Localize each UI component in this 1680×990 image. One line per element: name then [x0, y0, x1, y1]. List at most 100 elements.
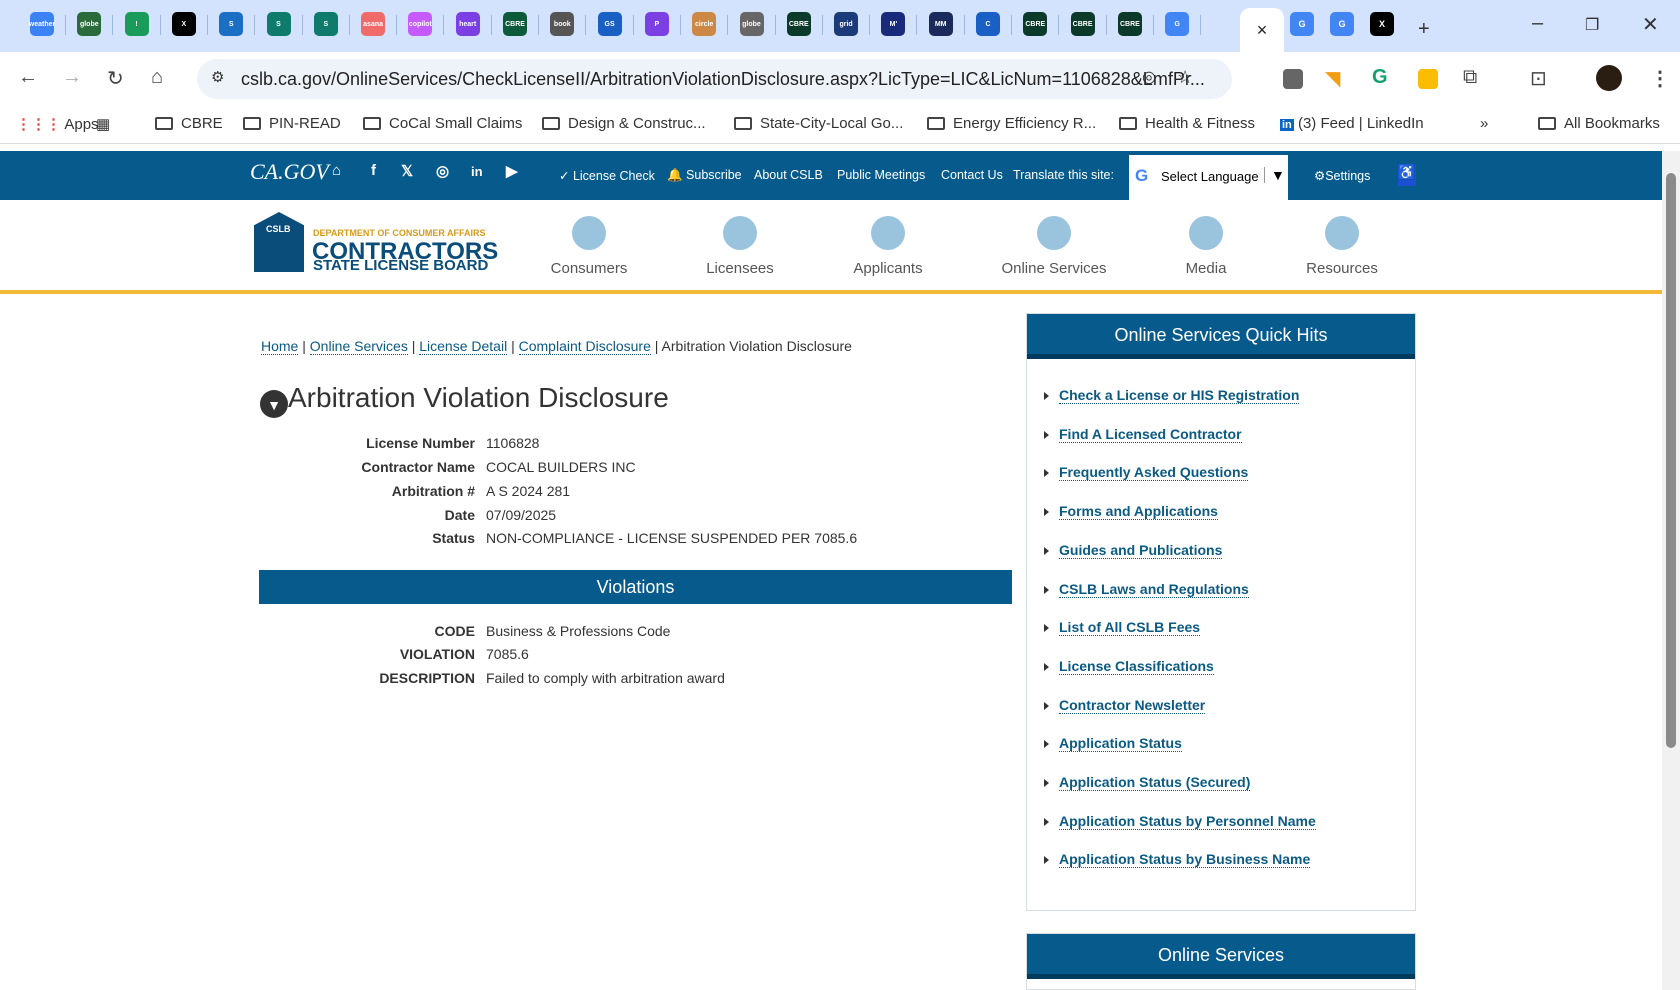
quick-hit-link[interactable]: Check a License or HIS Registration	[1059, 387, 1300, 404]
contact-us-link[interactable]: Contact Us	[941, 168, 1003, 182]
nav-resources[interactable]: Resources	[1277, 216, 1407, 277]
about-cslb-link[interactable]: About CSLB	[754, 168, 823, 182]
accessibility-icon[interactable]: ♿	[1398, 164, 1416, 186]
x-icon[interactable]: 𝕏	[401, 162, 413, 180]
nav-licensees[interactable]: Licensees	[675, 216, 805, 277]
browser-tab[interactable]: C	[976, 12, 1000, 36]
bookmark-folder[interactable]: State-City-Local Go...	[734, 115, 903, 132]
browser-tab[interactable]: copilot	[408, 12, 433, 36]
forward-icon[interactable]: →	[62, 66, 82, 89]
active-tab[interactable]: ×	[1240, 8, 1284, 52]
browser-tab[interactable]: grid	[834, 12, 859, 36]
quick-hit-link[interactable]: Application Status by Personnel Name	[1059, 813, 1316, 830]
quick-hit-link[interactable]: CSLB Laws and Regulations	[1059, 581, 1249, 598]
browser-tab[interactable]: CBRE	[786, 12, 811, 36]
browser-tab[interactable]: heart	[455, 12, 480, 36]
browser-tab[interactable]: S	[219, 12, 244, 36]
browser-tab[interactable]: weather	[29, 12, 55, 36]
browser-tab[interactable]: !	[124, 12, 149, 36]
keep-icon[interactable]	[1418, 69, 1438, 89]
profile-avatar[interactable]	[1596, 65, 1622, 91]
quick-hit-link[interactable]: Find A Licensed Contractor	[1059, 426, 1242, 443]
browser-tab[interactable]: X	[1370, 12, 1394, 36]
eye-off-icon[interactable]: ◎	[1142, 67, 1156, 87]
quick-hit-link[interactable]: Guides and Publications	[1059, 542, 1223, 559]
browser-tab[interactable]: CBRE	[1117, 12, 1142, 36]
browser-tab[interactable]: book	[550, 12, 575, 36]
browser-tab[interactable]: X	[171, 12, 196, 36]
close-tab-icon[interactable]: ×	[1257, 20, 1268, 41]
quick-hit-link[interactable]: Application Status	[1059, 735, 1182, 753]
bookmark-folder[interactable]: Health & Fitness	[1119, 115, 1255, 132]
browser-tab[interactable]: S	[313, 12, 338, 36]
grammarly-icon[interactable]: G	[1372, 66, 1388, 89]
bookmark-folder[interactable]: Design & Construc...	[542, 115, 706, 132]
license-check-link[interactable]: ✓ License Check	[559, 168, 655, 183]
bookmark-folder[interactable]: Energy Efficiency R...	[927, 115, 1096, 132]
browser-tab[interactable]: S	[266, 12, 291, 36]
home-icon[interactable]: ⌂	[151, 66, 163, 89]
url-text[interactable]: cslb.ca.gov/OnlineServices/CheckLicenseI…	[241, 69, 1205, 90]
quick-hit-link[interactable]: Application Status (Secured)	[1059, 774, 1251, 791]
extensions-puzzle-icon[interactable]: ⧉	[1463, 66, 1477, 89]
breadcrumb-complaint-disclosure[interactable]: Complaint Disclosure	[518, 338, 651, 355]
linkedin-icon[interactable]: in	[471, 164, 483, 179]
browser-tab[interactable]: M'	[881, 12, 906, 36]
site-info-icon[interactable]: ⚙	[211, 68, 224, 86]
instagram-icon[interactable]: ◎	[436, 162, 449, 180]
back-icon[interactable]: ←	[18, 66, 38, 89]
breadcrumb-online-services[interactable]: Online Services	[309, 338, 408, 355]
quick-hit-link[interactable]: Contractor Newsletter	[1059, 697, 1206, 714]
bookmark-folder[interactable]: CoCal Small Claims	[363, 115, 522, 132]
menu-icon[interactable]: ⋮	[1650, 66, 1670, 91]
minimize-icon[interactable]: –	[1532, 12, 1543, 35]
language-select[interactable]: G Select Language ▼	[1129, 155, 1288, 200]
new-tab-button[interactable]: +	[1418, 18, 1430, 41]
all-bookmarks[interactable]: All Bookmarks	[1538, 115, 1660, 132]
browser-tab[interactable]: CBRE	[1070, 12, 1095, 36]
quick-hit-link[interactable]: License Classifications	[1059, 658, 1214, 675]
browser-tab[interactable]: globe	[77, 12, 102, 36]
quick-hit-link[interactable]: Forms and Applications	[1059, 503, 1218, 521]
scrollbar[interactable]	[1662, 151, 1680, 990]
subscribe-link[interactable]: 🔔 Subscribe	[667, 168, 742, 183]
browser-tab[interactable]: asana	[361, 12, 386, 36]
ca-gov-logo[interactable]: CA.GOV	[250, 159, 329, 185]
reload-icon[interactable]: ↻	[107, 66, 124, 91]
close-window-icon[interactable]: ✕	[1642, 12, 1659, 37]
scrollbar-thumb[interactable]	[1666, 173, 1676, 748]
home-icon[interactable]: ⌂	[332, 162, 341, 179]
browser-tab[interactable]: G	[1330, 12, 1354, 36]
bookmark-folder[interactable]: CBRE	[155, 115, 223, 132]
bookmark-linkedin[interactable]: in (3) Feed | LinkedIn	[1280, 115, 1424, 132]
breadcrumb-license-detail[interactable]: License Detail	[419, 338, 508, 355]
restore-icon[interactable]: ❐	[1585, 15, 1599, 35]
browser-tab[interactable]: CBRE	[503, 12, 527, 36]
nav-consumers[interactable]: Consumers	[524, 216, 654, 277]
browser-tab[interactable]: MM	[928, 12, 953, 36]
collapse-toggle-icon[interactable]: ▼	[260, 390, 288, 418]
settings-link[interactable]: ⚙Settings	[1314, 168, 1370, 183]
youtube-icon[interactable]: ▶	[506, 162, 518, 180]
address-bar[interactable]: ⚙ cslb.ca.gov/OnlineServices/CheckLicens…	[197, 59, 1232, 99]
browser-tab[interactable]: P	[644, 12, 669, 36]
breadcrumb-home[interactable]: Home	[261, 338, 299, 355]
browser-tab[interactable]: G	[1290, 12, 1314, 36]
extension-icon[interactable]	[1283, 69, 1303, 89]
nav-applicants[interactable]: Applicants	[823, 216, 953, 277]
bookmark-apps[interactable]: ⋮⋮⋮ Apps	[16, 115, 99, 133]
nav-online-services[interactable]: Online Services	[989, 216, 1119, 277]
browser-tab[interactable]: circle	[692, 12, 717, 36]
nav-media[interactable]: Media	[1141, 216, 1271, 277]
quick-hit-link[interactable]: Application Status by Business Name	[1059, 851, 1311, 869]
public-meetings-link[interactable]: Public Meetings	[837, 168, 925, 182]
tab-groups-icon[interactable]: ▦	[96, 115, 110, 133]
rss-icon[interactable]: ◥	[1325, 66, 1340, 91]
quick-hit-link[interactable]: List of All CSLB Fees	[1059, 619, 1201, 637]
bookmark-folder[interactable]: PIN-READ	[243, 115, 341, 132]
quick-hit-link[interactable]: Frequently Asked Questions	[1059, 464, 1249, 482]
browser-tab[interactable]: CBRE	[1023, 12, 1048, 36]
browser-tab[interactable]: G	[1165, 12, 1190, 36]
more-bookmarks-button[interactable]: »	[1480, 115, 1488, 132]
tab-search-icon[interactable]: ⊡	[1530, 66, 1547, 91]
